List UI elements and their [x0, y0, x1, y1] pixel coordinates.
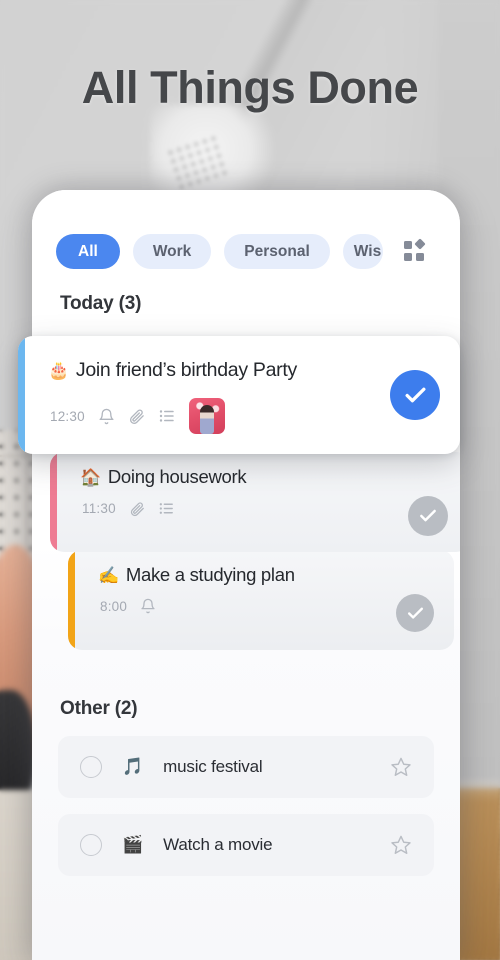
tab-all[interactable]: All — [56, 234, 120, 269]
task-card-make-a-studying-plan[interactable]: ✍️ Make a studying plan 8:00 — [68, 550, 454, 650]
app-screen: All Work Personal Wis Today (3) ✍️ Make … — [32, 190, 460, 960]
check-icon — [405, 387, 425, 402]
list-item-label: Watch a movie — [163, 835, 273, 854]
list-item-label: music festival — [163, 757, 263, 776]
phone-mockup: All Work Personal Wis Today (3) ✍️ Make … — [18, 190, 460, 960]
task-title-row: 🎂 Join friend’s birthday Party — [48, 359, 297, 382]
grid-icon-diamond — [414, 237, 426, 250]
task-card-doing-housework[interactable]: 🏠 Doing housework 11:30 — [50, 452, 460, 552]
tab-personal[interactable]: Personal — [224, 234, 330, 269]
checklist-icon — [159, 410, 174, 422]
page-title: All Things Done — [81, 62, 419, 113]
grid-view-icon[interactable] — [403, 237, 426, 263]
star-icon[interactable] — [390, 756, 412, 778]
task-title: Make a studying plan — [125, 564, 295, 585]
task-complete-button[interactable] — [390, 370, 440, 420]
tab-all-label: All — [78, 242, 98, 260]
star-icon[interactable] — [390, 834, 412, 856]
task-time: 12:30 — [50, 408, 85, 424]
task-complete-button[interactable] — [408, 496, 448, 536]
task-title: Doing housework — [107, 466, 247, 487]
task-meta-row: 12:30 — [50, 398, 225, 434]
bell-icon — [99, 408, 114, 424]
task-title-row: ✍️ Make a studying plan — [98, 564, 295, 586]
task-complete-button[interactable] — [396, 594, 434, 632]
checklist-icon — [159, 503, 173, 514]
section-header-today: Today (3) — [60, 293, 142, 314]
grid-icon-square — [403, 240, 412, 249]
birthday-cake-emoji: 🎂 — [48, 361, 69, 380]
clapper-board-emoji: 🎬 — [122, 835, 144, 854]
task-checkbox[interactable] — [80, 756, 102, 778]
paperclip-icon — [130, 501, 144, 516]
grid-icon-square — [415, 252, 424, 261]
house-emoji: 🏠 — [80, 468, 101, 487]
check-icon — [407, 607, 423, 619]
writing-hand-emoji: ✍️ — [98, 566, 119, 585]
list-item-music-festival[interactable]: 🎵 music festival — [58, 736, 434, 798]
task-checkbox[interactable] — [80, 834, 102, 856]
tab-work[interactable]: Work — [132, 234, 212, 269]
tab-personal-label: Personal — [244, 242, 310, 260]
task-meta-row: 11:30 — [82, 500, 175, 517]
list-item-watch-a-movie[interactable]: 🎬 Watch a movie — [58, 814, 434, 876]
section-header-other: Other (2) — [60, 698, 138, 719]
tab-work-label: Work — [152, 242, 192, 260]
task-time: 11:30 — [82, 501, 116, 516]
tab-wishlist[interactable]: Wis — [342, 234, 383, 269]
task-accent-bar — [68, 550, 75, 650]
task-title: Join friend’s birthday Party — [75, 359, 297, 381]
check-icon — [420, 509, 436, 522]
task-accent-bar — [18, 336, 25, 454]
task-meta-row: 8:00 — [100, 598, 156, 614]
task-card-join-friends-birthday-party[interactable]: 🎂 Join friend’s birthday Party 12:30 — [18, 336, 460, 454]
task-time: 8:00 — [100, 598, 128, 614]
task-attachment-thumbnail[interactable] — [188, 398, 225, 434]
bell-icon — [141, 598, 155, 614]
task-title-row: 🏠 Doing housework — [80, 466, 247, 488]
category-tab-bar: All Work Personal Wis — [56, 234, 460, 269]
task-accent-bar — [50, 452, 57, 552]
grid-icon-square — [403, 252, 412, 261]
tab-wishlist-label: Wis — [353, 242, 382, 260]
paperclip-icon — [129, 409, 144, 424]
music-note-emoji: 🎵 — [122, 757, 144, 776]
